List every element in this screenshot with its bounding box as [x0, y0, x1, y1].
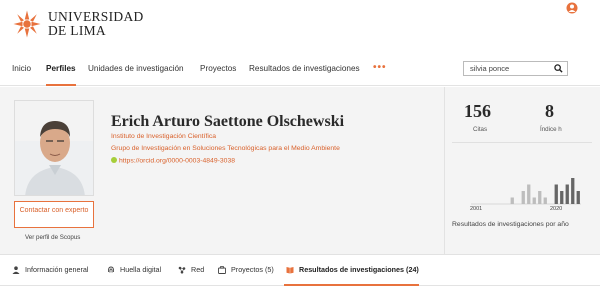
tab-resultados[interactable]: Resultados de investigaciones (24) — [286, 265, 419, 274]
sun-logo-icon — [13, 10, 41, 38]
chart-bar — [532, 197, 536, 204]
tab-label: Resultados de investigaciones (24) — [299, 265, 419, 274]
person-icon — [12, 265, 20, 274]
scopus-profile-link[interactable]: Ver perfil de Scopus — [25, 234, 80, 241]
nav-item-proyectos[interactable]: Proyectos — [200, 64, 236, 73]
citations-label: Citas — [473, 126, 488, 133]
nav-item-inicio[interactable]: Inicio — [12, 64, 31, 73]
research-output-chart[interactable] — [471, 176, 581, 214]
chart-caption: Resultados de investigaciones por año — [452, 221, 569, 228]
orcid-url: https://orcid.org/0000-0003-4849-3038 — [119, 157, 236, 165]
search-value: silvia ponce — [470, 64, 510, 73]
contact-expert-button[interactable]: Contactar con experto — [14, 201, 94, 228]
projects-icon — [218, 265, 226, 274]
tab-informacion-general[interactable]: Información general — [12, 265, 89, 274]
book-icon — [286, 266, 294, 273]
affiliation-link-1[interactable]: Instituto de Investigación Científica — [111, 133, 216, 140]
h-index-label: Índice h — [540, 126, 562, 133]
chart-bar — [527, 184, 531, 204]
nav-item-unidades[interactable]: Unidades de investigación — [88, 64, 184, 73]
tab-red[interactable]: Red — [178, 265, 204, 274]
tab-label: Proyectos (5) — [231, 265, 274, 274]
metrics-divider — [452, 142, 592, 143]
tab-label: Huella digital — [120, 265, 162, 274]
search-input[interactable]: silvia ponce — [463, 61, 568, 76]
orcid-link[interactable]: https://orcid.org/0000-0003-4849-3038 — [111, 157, 235, 165]
affiliation-link-2[interactable]: Grupo de Investigación en Soluciones Tec… — [111, 145, 340, 152]
nav-item-resultados[interactable]: Resultados de investigaciones — [249, 64, 360, 73]
top-bar: UNIVERSIDAD DE LIMA — [0, 0, 600, 52]
network-icon — [178, 266, 186, 273]
h-index-count[interactable]: 8 — [545, 101, 554, 122]
chart-bar — [571, 178, 575, 204]
fingerprint-icon — [107, 266, 115, 273]
nav-item-perfiles[interactable]: Perfiles — [46, 64, 76, 73]
logo-text: UNIVERSIDAD DE LIMA — [48, 10, 144, 38]
chart-bar — [538, 191, 542, 204]
orcid-icon — [111, 157, 117, 163]
logo-line2: DE LIMA — [48, 23, 106, 38]
chart-bar — [560, 191, 564, 204]
profile-photo — [14, 100, 94, 196]
nav-active-indicator — [46, 84, 76, 86]
orange-user-icon[interactable] — [566, 2, 578, 14]
tab-active-indicator — [284, 284, 419, 286]
chart-start-year: 2001 — [470, 206, 483, 212]
chart-bar — [565, 184, 569, 204]
profile-tabs: Información general Huella digital Red P… — [0, 256, 600, 286]
chart-bar — [521, 191, 525, 204]
chart-bar — [510, 197, 514, 204]
tab-label: Red — [191, 265, 205, 274]
tab-proyectos[interactable]: Proyectos (5) — [218, 265, 274, 274]
chart-bar — [543, 197, 547, 204]
tab-huella-digital[interactable]: Huella digital — [107, 265, 161, 274]
person-photo-icon — [15, 101, 93, 195]
citations-count[interactable]: 156 — [464, 101, 491, 122]
tab-label: Información general — [25, 265, 89, 274]
search-icon[interactable] — [554, 64, 563, 73]
chart-bar — [576, 191, 580, 204]
chart-end-year: 2020 — [550, 206, 563, 212]
logo-line1: UNIVERSIDAD — [48, 9, 144, 24]
university-logo[interactable]: UNIVERSIDAD DE LIMA — [12, 9, 144, 39]
nav-more-button[interactable]: ••• — [373, 62, 387, 73]
chart-bar — [554, 184, 558, 204]
profile-name: Erich Arturo Saettone Olschewski — [111, 113, 345, 130]
